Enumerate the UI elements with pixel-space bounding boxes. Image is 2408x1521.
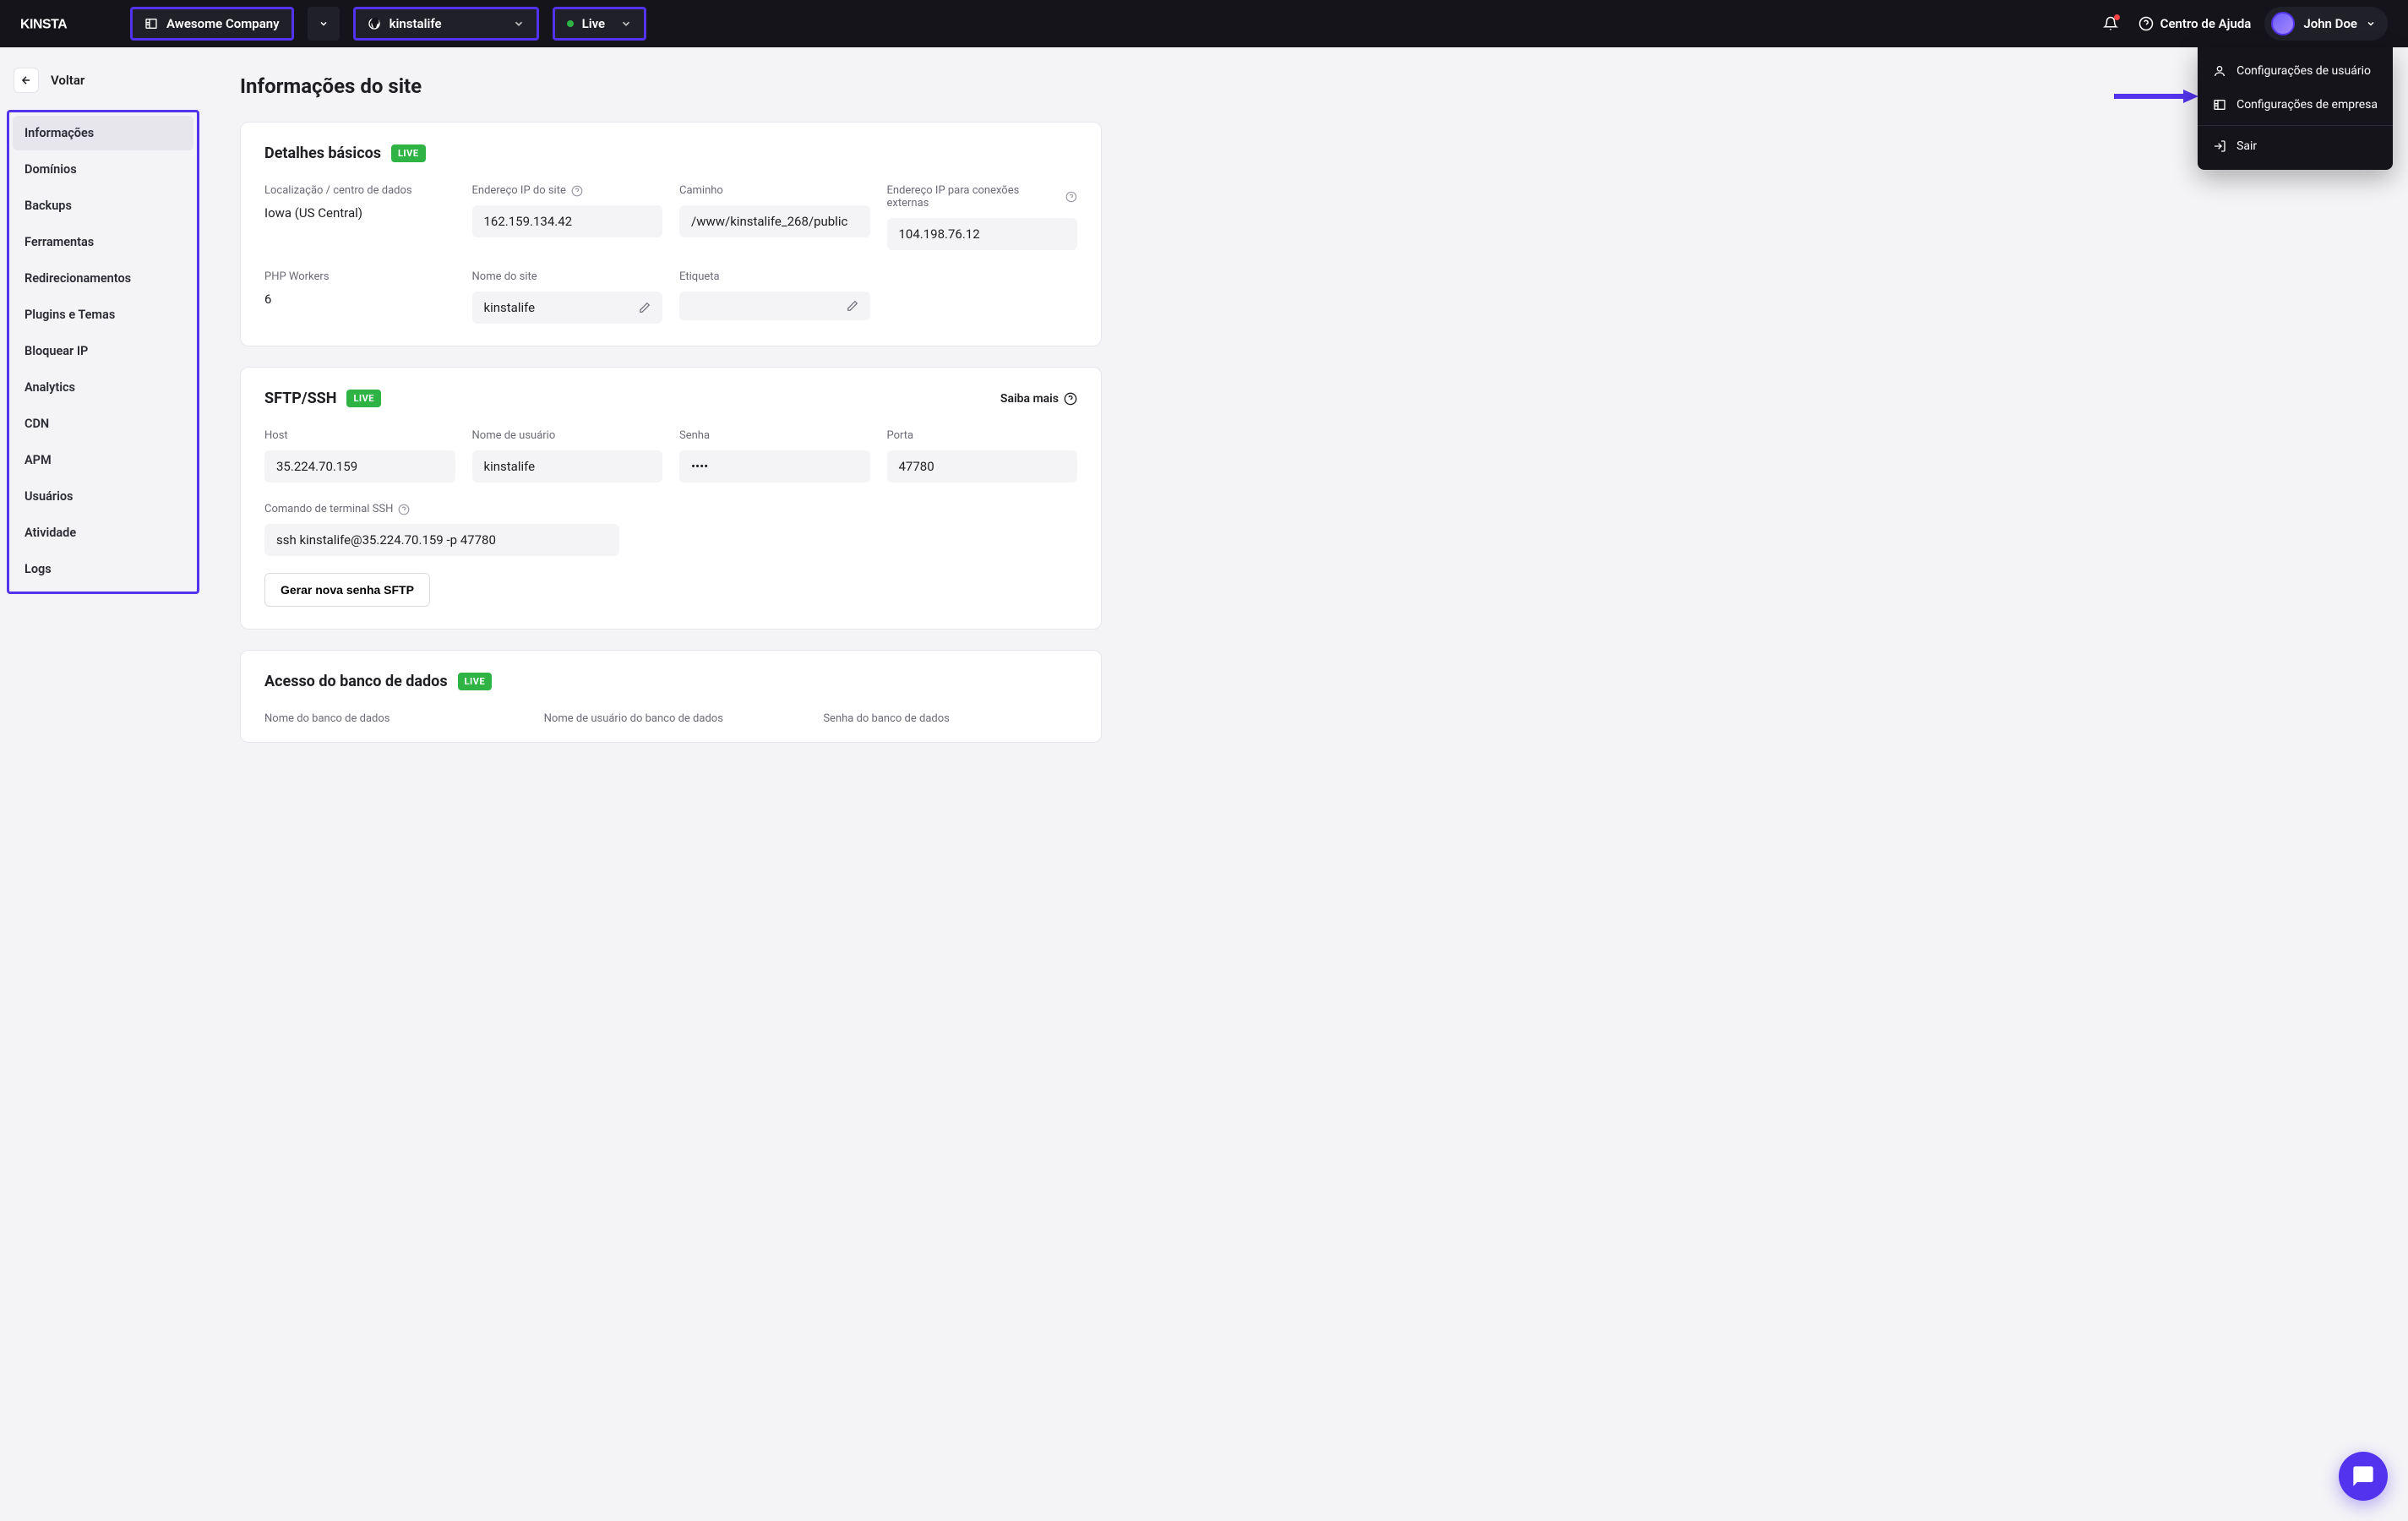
help-icon[interactable] <box>571 185 583 197</box>
basic-title: Detalhes básicos <box>264 144 381 162</box>
sftp-user-label: Nome de usuário <box>472 429 663 442</box>
port-label: Porta <box>887 429 1078 442</box>
db-title: Acesso do banco de dados <box>264 673 448 690</box>
db-name-label: Nome do banco de dados <box>264 712 519 725</box>
chat-icon <box>2351 1464 2375 1488</box>
back-label: Voltar <box>51 73 84 88</box>
notification-dot-icon <box>2114 14 2120 20</box>
workers-value: 6 <box>264 292 455 307</box>
db-pass-label: Senha do banco de dados <box>823 712 1077 725</box>
building-icon <box>2213 98 2226 112</box>
tag-label: Etiqueta <box>679 270 870 283</box>
nav-atividade[interactable]: Atividade <box>13 515 193 550</box>
sitename-label: Nome do site <box>472 270 663 283</box>
user-dropdown-menu: Configurações de usuário Configurações d… <box>2198 47 2393 170</box>
sidebar-highlight-box: Informações Domínios Backups Ferramentas… <box>7 110 199 594</box>
logout-item[interactable]: Sair <box>2198 129 2393 163</box>
sidebar: Voltar Informações Domínios Backups Ferr… <box>0 47 206 790</box>
company-name: Awesome Company <box>166 16 280 31</box>
avatar <box>2271 12 2295 35</box>
nav-analytics[interactable]: Analytics <box>13 370 193 405</box>
ssh-cmd-value[interactable]: ssh kinstalife@35.224.70.159 -p 47780 <box>264 524 619 556</box>
sitename-value[interactable]: kinstalife <box>472 292 663 324</box>
env-status-dot <box>567 20 574 27</box>
user-settings-item[interactable]: Configurações de usuário <box>2198 54 2393 88</box>
help-label: Centro de Ajuda <box>2160 16 2252 31</box>
ext-ip-value[interactable]: 104.198.76.12 <box>887 218 1078 250</box>
path-label: Caminho <box>679 184 870 197</box>
nav-bloquear-ip[interactable]: Bloquear IP <box>13 334 193 368</box>
nav-backups[interactable]: Backups <box>13 188 193 223</box>
basic-details-card: Detalhes básicos LIVE Localização / cent… <box>240 122 1102 346</box>
top-header: KINSTA Awesome Company kinstalife Live C… <box>0 0 2408 47</box>
workers-label: PHP Workers <box>264 270 455 283</box>
path-value[interactable]: /www/kinstalife_268/public <box>679 205 870 237</box>
live-badge: LIVE <box>458 673 493 690</box>
learn-more-link[interactable]: Saiba mais <box>1000 392 1077 406</box>
db-user-label: Nome de usuário do banco de dados <box>544 712 798 725</box>
company-settings-item[interactable]: Configurações de empresa <box>2198 88 2393 122</box>
user-menu-button[interactable]: John Doe <box>2264 7 2388 41</box>
back-button[interactable] <box>14 68 39 93</box>
site-selector[interactable]: kinstalife <box>353 7 539 41</box>
nav-plugins-temas[interactable]: Plugins e Temas <box>13 297 193 332</box>
location-value: Iowa (US Central) <box>264 205 455 221</box>
edit-icon[interactable] <box>639 302 651 313</box>
arrow-annotation <box>2114 88 2198 105</box>
nav-redirecionamentos[interactable]: Redirecionamentos <box>13 261 193 296</box>
nav-ferramentas[interactable]: Ferramentas <box>13 225 193 259</box>
environment-selector[interactable]: Live <box>553 7 647 41</box>
user-icon <box>2213 64 2226 78</box>
host-value[interactable]: 35.224.70.159 <box>264 450 455 482</box>
port-value[interactable]: 47780 <box>887 450 1078 482</box>
env-label: Live <box>582 16 606 31</box>
live-badge: LIVE <box>346 390 381 407</box>
user-name: John Doe <box>2303 16 2357 31</box>
sftp-pass-label: Senha <box>679 429 870 442</box>
help-icon <box>1064 392 1077 406</box>
company-chevron[interactable] <box>308 7 340 41</box>
host-label: Host <box>264 429 455 442</box>
edit-icon[interactable] <box>847 300 858 312</box>
company-selector[interactable]: Awesome Company <box>130 7 294 41</box>
tag-value[interactable] <box>679 292 870 320</box>
svg-text:KINSTA: KINSTA <box>20 17 67 31</box>
chat-button[interactable] <box>2339 1452 2388 1501</box>
nav-apm[interactable]: APM <box>13 443 193 477</box>
nav-usuarios[interactable]: Usuários <box>13 479 193 514</box>
sftp-card: SFTP/SSH LIVE Saiba mais Host 35.224.70.… <box>240 367 1102 630</box>
nav-dominios[interactable]: Domínios <box>13 152 193 187</box>
nav-logs[interactable]: Logs <box>13 552 193 586</box>
help-center-link[interactable]: Centro de Ajuda <box>2138 16 2252 31</box>
sftp-user-value[interactable]: kinstalife <box>472 450 663 482</box>
site-ip-label: Endereço IP do site <box>472 184 663 197</box>
database-card: Acesso do banco de dados LIVE Nome do ba… <box>240 650 1102 743</box>
menu-separator <box>2198 125 2393 126</box>
nav-cdn[interactable]: CDN <box>13 406 193 441</box>
site-name: kinstalife <box>390 16 442 31</box>
ext-ip-label: Endereço IP para conexões externas <box>887 184 1078 210</box>
help-icon[interactable] <box>398 504 410 515</box>
site-ip-value[interactable]: 162.159.134.42 <box>472 205 663 237</box>
location-label: Localização / centro de dados <box>264 184 455 197</box>
help-icon[interactable] <box>1065 191 1077 203</box>
ssh-cmd-label: Comando de terminal SSH <box>264 503 1077 515</box>
page-title: Informações do site <box>240 74 1102 98</box>
notifications-button[interactable] <box>2096 9 2125 38</box>
sftp-title: SFTP/SSH <box>264 390 336 407</box>
sftp-pass-value[interactable]: •••• <box>679 450 870 482</box>
logout-icon <box>2213 139 2226 153</box>
kinsta-logo[interactable]: KINSTA <box>20 14 96 33</box>
main-content: Informações do site Detalhes básicos LIV… <box>206 47 1136 790</box>
nav-informacoes[interactable]: Informações <box>13 116 193 150</box>
live-badge: LIVE <box>391 144 426 162</box>
generate-sftp-password-button[interactable]: Gerar nova senha SFTP <box>264 573 430 607</box>
